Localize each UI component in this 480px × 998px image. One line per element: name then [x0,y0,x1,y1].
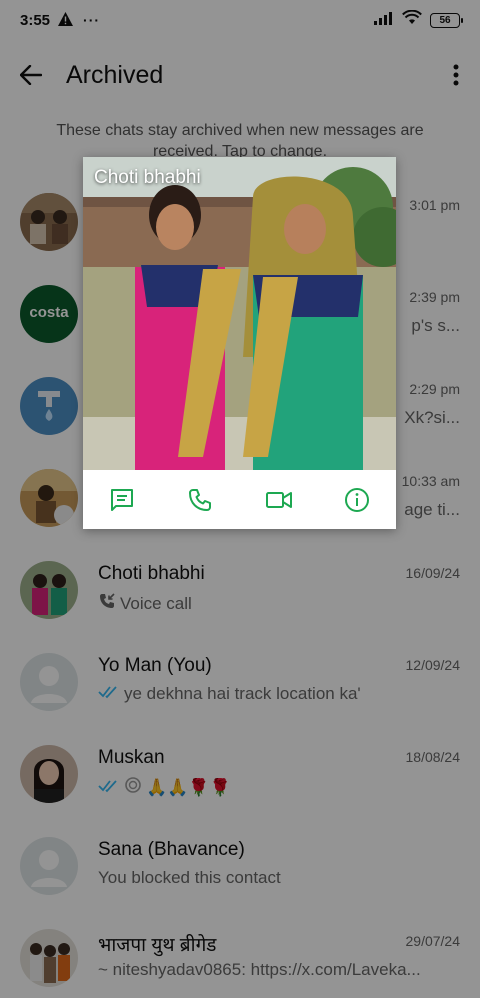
video-call-icon[interactable] [259,480,299,520]
profile-popup: Choti bhabhi [83,157,396,529]
popup-contact-name: Choti bhabhi [94,167,201,188]
profile-photo[interactable] [83,157,396,470]
popup-action-bar [83,470,396,529]
message-icon[interactable] [102,480,142,520]
phone-icon[interactable] [180,480,220,520]
info-icon[interactable] [337,480,377,520]
